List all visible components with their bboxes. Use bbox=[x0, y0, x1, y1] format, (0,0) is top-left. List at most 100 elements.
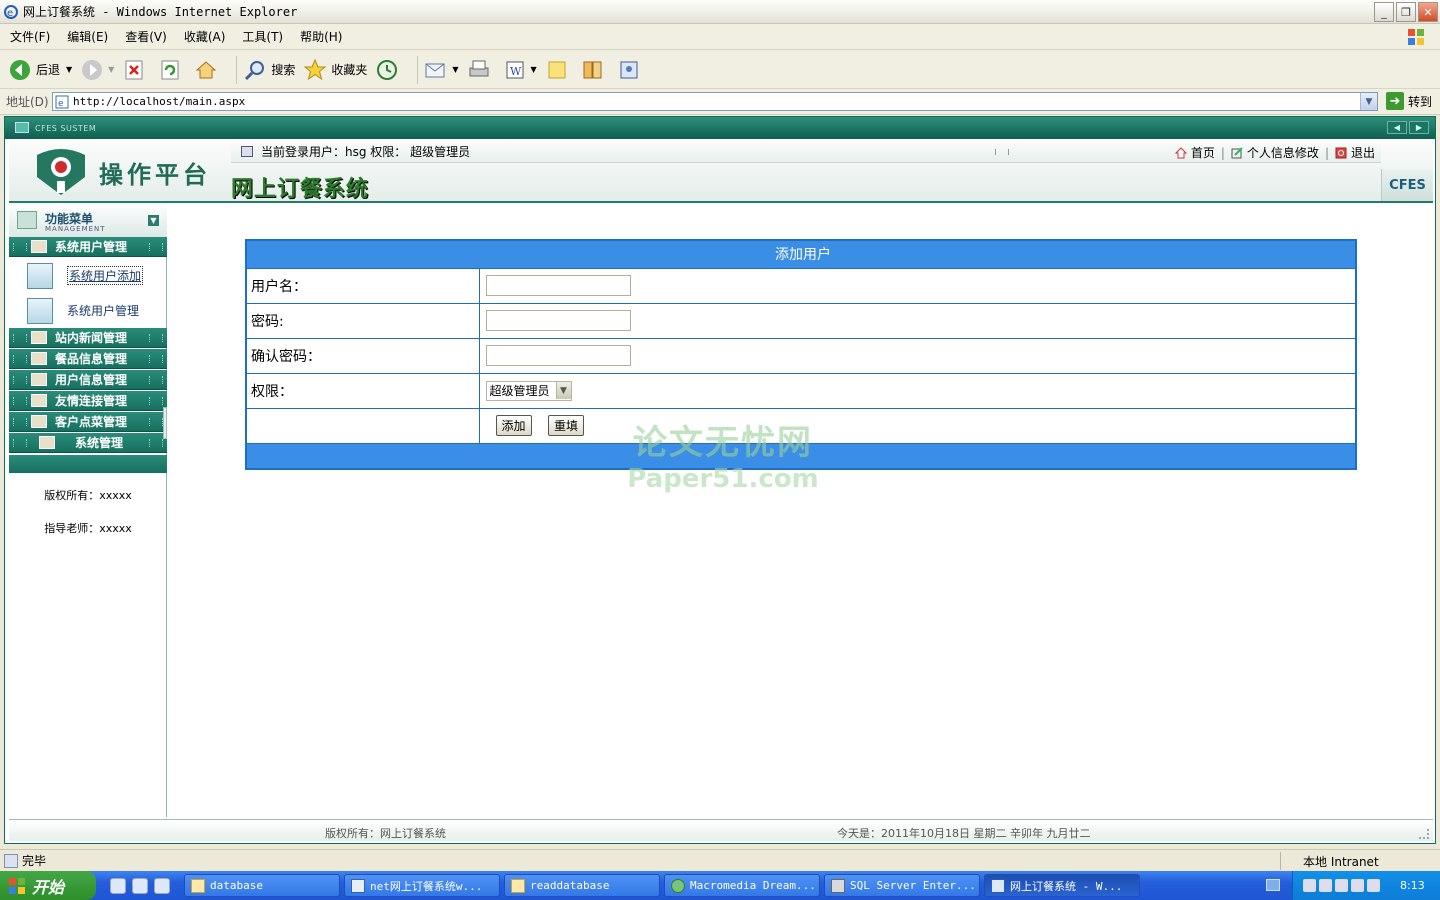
menu-file[interactable]: 文件(F) bbox=[10, 28, 50, 45]
refresh-button[interactable] bbox=[158, 58, 186, 82]
resize-grip-icon bbox=[1419, 829, 1429, 839]
close-button[interactable]: ✕ bbox=[1418, 2, 1438, 22]
taskbar-item-label: database bbox=[210, 879, 263, 892]
zone-label: 本地 Intranet bbox=[1303, 854, 1379, 869]
shield-tray-icon[interactable] bbox=[1367, 879, 1380, 892]
go-button[interactable]: ➜ 转到 bbox=[1385, 92, 1432, 110]
footer-date: 今天是：2011年10月18日 星期二 辛卯年 九月廿二 bbox=[837, 827, 1091, 840]
sidebar-section-orders[interactable]: 客户点菜管理 bbox=[9, 412, 167, 432]
profile-link[interactable]: 个人信息修改 bbox=[1231, 144, 1319, 161]
role-select[interactable]: 超级管理员 ▼ bbox=[485, 380, 572, 401]
ie-quicklaunch-icon[interactable] bbox=[110, 877, 126, 894]
monitor-icon bbox=[15, 122, 29, 133]
role-label: 权限： bbox=[245, 372, 480, 409]
section-icon bbox=[31, 352, 47, 365]
page-content: CFES SUSTEM ◀ ▶ 操作平台 当前登录用户：hsg 权限： 超级管理… bbox=[4, 116, 1436, 844]
favorites-button[interactable]: 收藏夹 bbox=[303, 58, 367, 82]
refresh-icon bbox=[161, 60, 179, 79]
sidebar-splitter[interactable] bbox=[163, 407, 167, 439]
confirm-password-input[interactable] bbox=[485, 345, 631, 366]
logout-link[interactable]: 退出 bbox=[1335, 144, 1375, 161]
mail-button[interactable]: ▼ bbox=[424, 58, 459, 82]
print-button[interactable] bbox=[467, 58, 495, 82]
media-quicklaunch-icon[interactable] bbox=[132, 877, 148, 894]
username-label: 用户名： bbox=[245, 267, 480, 304]
password-input[interactable] bbox=[485, 310, 631, 331]
start-button[interactable]: 开始 bbox=[0, 871, 96, 900]
address-url: http://localhost/main.aspx bbox=[73, 95, 246, 108]
keyboard-icon[interactable] bbox=[1266, 879, 1280, 891]
sidebar-footer-bar bbox=[9, 455, 167, 473]
reset-button[interactable]: 重填 bbox=[547, 415, 584, 436]
network-tray-icon[interactable] bbox=[1303, 879, 1316, 892]
sidebar-section-system[interactable]: 系统管理 bbox=[9, 433, 167, 453]
taskbar-item-sql-server[interactable]: SQL Server Enter... bbox=[824, 874, 980, 897]
go-label: 转到 bbox=[1407, 94, 1432, 109]
sidebar-section-user-info[interactable]: 用户信息管理 bbox=[9, 370, 167, 390]
add-button[interactable]: 添加 bbox=[495, 415, 532, 436]
collapse-icon[interactable]: ▼ bbox=[148, 215, 159, 226]
svg-text:W: W bbox=[510, 65, 522, 78]
windows-flag-icon bbox=[9, 877, 25, 894]
stop-button[interactable] bbox=[122, 58, 150, 82]
favorites-label: 收藏夹 bbox=[331, 63, 368, 77]
ie-icon: e bbox=[4, 4, 18, 19]
menu-favorites[interactable]: 收藏(A) bbox=[184, 28, 226, 45]
folder-icon bbox=[511, 878, 525, 893]
sidebar-section-news[interactable]: 站内新闻管理 bbox=[9, 328, 167, 348]
sidebar-section-links[interactable]: 友情连接管理 bbox=[9, 391, 167, 411]
sidebar-section-label: 餐品信息管理 bbox=[55, 352, 128, 366]
address-bar: 地址(D) e http://localhost/main.aspx ▼ ➜ 转… bbox=[0, 89, 1440, 115]
home-button[interactable] bbox=[194, 58, 222, 82]
sidebar-section-system-users[interactable]: 系统用户管理 bbox=[9, 237, 167, 257]
forward-button[interactable]: ▼ bbox=[80, 58, 114, 82]
home-link[interactable]: 首页 bbox=[1174, 144, 1215, 161]
update-tray-icon[interactable] bbox=[1351, 879, 1364, 892]
sidebar-section-dishes[interactable]: 餐品信息管理 bbox=[9, 349, 167, 369]
address-dropdown-button[interactable]: ▼ bbox=[1360, 93, 1377, 110]
clock[interactable]: 8:13 bbox=[1400, 879, 1425, 892]
current-user-text: 当前登录用户：hsg 权限： 超级管理员 bbox=[261, 145, 471, 159]
history-button[interactable] bbox=[375, 58, 403, 82]
svg-text:e: e bbox=[58, 99, 64, 109]
taskbar-item-word-doc[interactable]: net网上订餐系统w... bbox=[344, 874, 500, 897]
section-icon bbox=[31, 240, 47, 253]
note-button[interactable] bbox=[545, 58, 573, 82]
minimize-button[interactable]: _ bbox=[1374, 2, 1394, 22]
back-button[interactable]: 后退 ▼ bbox=[8, 58, 72, 82]
sidebar-item-manage-users[interactable]: 系统用户管理 bbox=[9, 293, 167, 328]
menu-help[interactable]: 帮助(H) bbox=[300, 28, 342, 45]
edit-button[interactable]: W ▼ bbox=[503, 58, 537, 82]
maximize-button[interactable]: ❐ bbox=[1396, 2, 1416, 22]
sql-tray-icon[interactable] bbox=[1319, 879, 1332, 892]
desktop-quicklaunch-icon[interactable] bbox=[154, 877, 170, 894]
messenger-button[interactable] bbox=[617, 58, 645, 82]
system-tray: 8:13 bbox=[1292, 871, 1440, 900]
taskbar-item-ie[interactable]: 网上订餐系统 - W... bbox=[984, 874, 1140, 897]
frame-left-arrow-button[interactable]: ◀ bbox=[1387, 121, 1407, 134]
menu-edit[interactable]: 编辑(E) bbox=[67, 28, 108, 45]
header: 操作平台 当前登录用户：hsg 权限： 超级管理员 首页 | 个人信息修改 | bbox=[9, 141, 1433, 203]
menu-tools[interactable]: 工具(T) bbox=[242, 28, 283, 45]
taskbar-item-readdatabase[interactable]: readdatabase bbox=[504, 874, 660, 897]
stop-icon bbox=[125, 60, 143, 79]
taskbar-item-database[interactable]: database bbox=[184, 874, 340, 897]
taskbar: 开始 database net网上订餐系统w... readdatabase M… bbox=[0, 871, 1440, 900]
logout-icon bbox=[1335, 147, 1347, 158]
frame-right-arrow-button[interactable]: ▶ bbox=[1409, 121, 1429, 134]
section-icon bbox=[31, 394, 47, 407]
section-icon bbox=[31, 373, 47, 386]
system-name: 网上订餐系统 bbox=[231, 176, 370, 202]
taskbar-item-dreamweaver[interactable]: Macromedia Dream... bbox=[664, 874, 820, 897]
volume-tray-icon[interactable] bbox=[1335, 879, 1348, 892]
word-icon bbox=[351, 878, 365, 893]
user-window-icon bbox=[241, 146, 253, 157]
menu-view[interactable]: 查看(V) bbox=[125, 28, 167, 45]
address-input[interactable]: e http://localhost/main.aspx ▼ bbox=[52, 92, 1378, 111]
sidebar-header: 功能菜单 MANAGEMENT ▼ bbox=[9, 205, 167, 237]
username-input[interactable] bbox=[485, 275, 631, 296]
research-button[interactable] bbox=[581, 58, 609, 82]
sidebar-item-label: 系统用户添加 bbox=[67, 266, 144, 285]
sidebar-item-add-user[interactable]: 系统用户添加 bbox=[9, 258, 167, 293]
search-button[interactable]: 搜索 bbox=[243, 58, 295, 82]
